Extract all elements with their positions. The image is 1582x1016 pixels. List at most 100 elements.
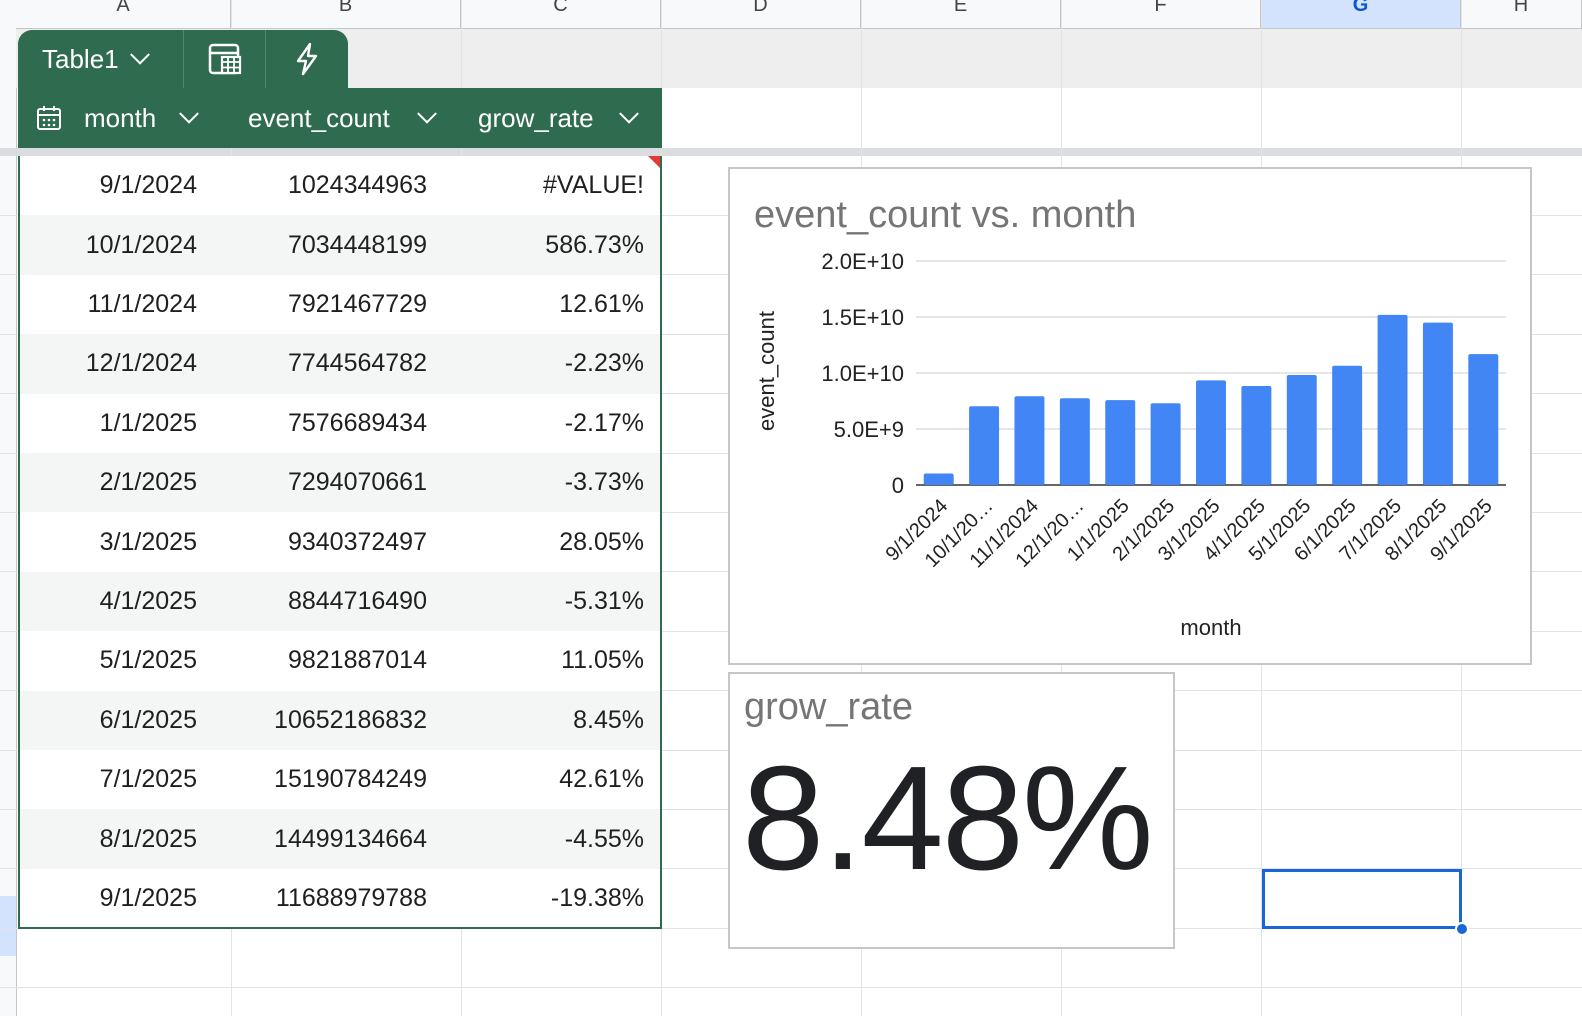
y-tick-label: 0 <box>892 473 904 498</box>
grow-rate-cell[interactable]: -5.31% <box>444 572 644 631</box>
month-cell[interactable]: 9/1/2025 <box>7 869 197 928</box>
bar <box>1332 365 1363 485</box>
event-count-chart[interactable]: event_count vs. month 0 5.0E+9 1.0E+10 1.5E+… <box>728 167 1532 665</box>
event-count-cell[interactable]: 10652186832 <box>207 691 427 750</box>
event-count-cell[interactable]: 11688979788 <box>207 869 427 928</box>
table-row[interactable]: 10/1/2024 7034448199 586.73% <box>20 215 660 275</box>
grow-rate-column-header[interactable]: grow_rate <box>478 88 639 148</box>
event-count-cell[interactable]: 9821887014 <box>207 631 427 690</box>
event-count-cell[interactable]: 7294070661 <box>207 453 427 512</box>
table-body: 9/1/2024 1024344963 #VALUE! 10/1/2024 703444… <box>18 156 662 929</box>
grow-rate-cell[interactable]: 42.61% <box>444 750 644 809</box>
grow-rate-cell[interactable]: -4.55% <box>444 809 644 868</box>
table-row[interactable]: 9/1/2025 11688979788 -19.38% <box>20 869 660 928</box>
column-header-f[interactable]: F <box>1061 0 1261 28</box>
table-chip: Table1 <box>18 30 348 88</box>
month-cell[interactable]: 12/1/2024 <box>7 334 197 393</box>
selected-cell[interactable] <box>1262 869 1462 929</box>
grow-rate-cell[interactable]: #VALUE! <box>444 156 644 215</box>
table-row[interactable]: 2/1/2025 7294070661 -3.73% <box>20 453 660 513</box>
grow-rate-cell[interactable]: -2.17% <box>444 394 644 453</box>
event-count-cell[interactable]: 9340372497 <box>207 512 427 571</box>
column-header-b[interactable]: B <box>231 0 461 28</box>
grow-rate-cell[interactable]: -2.23% <box>444 334 644 393</box>
event-count-cell[interactable]: 7921467729 <box>207 275 427 334</box>
bar <box>1014 396 1045 485</box>
fill-handle[interactable] <box>1455 922 1469 936</box>
event-count-cell[interactable]: 14499134664 <box>207 809 427 868</box>
table-row[interactable]: 11/1/2024 7921467729 12.61% <box>20 275 660 334</box>
table-row[interactable]: 1/1/2025 7576689434 -2.17% <box>20 394 660 453</box>
month-cell[interactable]: 11/1/2024 <box>7 275 197 334</box>
table-name-dropdown[interactable]: Table1 <box>18 30 184 88</box>
month-cell[interactable]: 6/1/2025 <box>7 691 197 750</box>
scorecard-value: 8.48% <box>742 736 1154 901</box>
table-name: Table1 <box>42 43 119 74</box>
table-row[interactable]: 8/1/2025 14499134664 -4.55% <box>20 809 660 869</box>
frozen-rows-divider[interactable] <box>0 148 1582 156</box>
chevron-down-icon[interactable] <box>179 103 200 124</box>
grow-rate-cell[interactable]: 11.05% <box>444 631 644 690</box>
chevron-down-icon[interactable] <box>416 103 437 124</box>
column-header-d[interactable]: D <box>661 0 861 28</box>
bar <box>1150 403 1181 485</box>
table-row[interactable]: 9/1/2024 1024344963 #VALUE! <box>20 156 660 215</box>
event-count-cell[interactable]: 7034448199 <box>207 215 427 274</box>
month-cell[interactable]: 7/1/2025 <box>7 750 197 809</box>
bar <box>969 406 1000 485</box>
bar <box>1105 400 1136 485</box>
grow-rate-cell[interactable]: 586.73% <box>444 215 644 274</box>
month-cell[interactable]: 8/1/2025 <box>7 809 197 868</box>
column-header-g[interactable]: G <box>1261 0 1461 28</box>
bar <box>923 473 954 485</box>
month-cell[interactable]: 9/1/2024 <box>7 156 197 215</box>
column-header-e[interactable]: E <box>861 0 1061 28</box>
table-row[interactable]: 3/1/2025 9340372497 28.05% <box>20 512 660 571</box>
grow-rate-cell[interactable]: 8.45% <box>444 691 644 750</box>
grow-rate-header-label: grow_rate <box>478 102 594 133</box>
month-cell[interactable]: 3/1/2025 <box>7 512 197 571</box>
column-header-row: ABCDEFGH <box>0 0 1582 29</box>
table-row[interactable]: 4/1/2025 8844716490 -5.31% <box>20 571 660 632</box>
spreadsheet-grid[interactable]: ABCDEFGH Table1 month event_count grow_r… <box>0 0 1582 1016</box>
table-header-row: month event_count grow_rate <box>18 88 662 148</box>
grow-rate-cell[interactable]: 12.61% <box>444 275 644 334</box>
event-count-cell[interactable]: 7744564782 <box>207 334 427 393</box>
lightning-icon <box>296 42 318 76</box>
month-cell[interactable]: 4/1/2025 <box>7 572 197 631</box>
table-row[interactable]: 6/1/2025 10652186832 8.45% <box>20 690 660 750</box>
row-gridline <box>0 987 1582 989</box>
month-cell[interactable]: 10/1/2024 <box>7 215 197 274</box>
event-count-column-header[interactable]: event_count <box>248 88 437 148</box>
y-tick-label: 1.5E+10 <box>821 305 904 330</box>
y-axis-label: event_count <box>754 311 779 431</box>
chevron-down-icon[interactable] <box>618 103 639 124</box>
column-header-a[interactable]: A <box>16 0 231 28</box>
event-count-cell[interactable]: 15190784249 <box>207 750 427 809</box>
bar <box>1468 354 1499 485</box>
column-header-c[interactable]: C <box>461 0 661 28</box>
month-cell[interactable]: 5/1/2025 <box>7 631 197 690</box>
table-row[interactable]: 7/1/2025 15190784249 42.61% <box>20 750 660 809</box>
table-row[interactable]: 5/1/2025 9821887014 11.05% <box>20 631 660 690</box>
event-count-cell[interactable]: 7576689434 <box>207 394 427 453</box>
event-count-cell[interactable]: 1024344963 <box>207 156 427 215</box>
month-column-header[interactable]: month <box>36 88 200 148</box>
error-indicator-icon[interactable] <box>648 156 660 168</box>
month-cell[interactable]: 2/1/2025 <box>7 453 197 512</box>
grow-rate-scorecard[interactable]: grow_rate 8.48% <box>728 672 1175 949</box>
event-count-cell[interactable]: 8844716490 <box>207 572 427 631</box>
grow-rate-cell[interactable]: 28.05% <box>444 512 644 571</box>
calendar-icon <box>37 106 61 130</box>
bar <box>1241 385 1272 485</box>
table-view-button[interactable] <box>184 30 266 88</box>
bar <box>1059 398 1090 485</box>
table-row[interactable]: 12/1/2024 7744564782 -2.23% <box>20 334 660 394</box>
grow-rate-cell[interactable]: -3.73% <box>444 453 644 512</box>
table-grid-icon <box>208 43 241 75</box>
column-header-h[interactable]: H <box>1461 0 1582 28</box>
chart-canvas: event_count vs. month 0 5.0E+9 1.0E+10 1.5E+… <box>754 194 1506 640</box>
month-cell[interactable]: 1/1/2025 <box>7 394 197 453</box>
grow-rate-cell[interactable]: -19.38% <box>444 869 644 928</box>
quick-actions-button[interactable] <box>266 30 348 88</box>
